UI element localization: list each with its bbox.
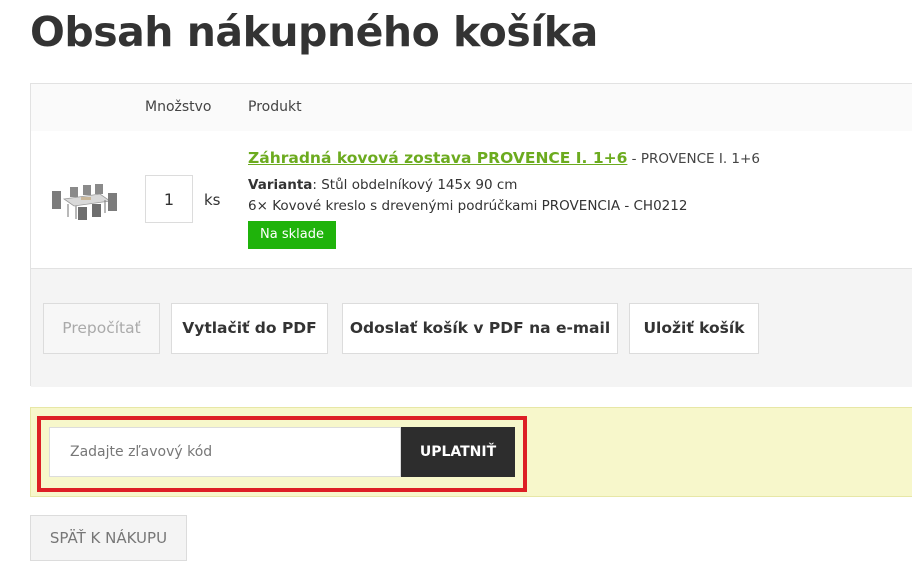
product-includes: 6× Kovové kreslo s drevenými podrúčkami … — [248, 198, 688, 214]
quantity-unit: ks — [204, 191, 221, 209]
back-to-shop-button[interactable]: SPÄŤ K NÁKUPU — [30, 515, 187, 561]
product-variant: Varianta: Stůl obdelníkový 145x 90 cm — [248, 175, 888, 196]
send-pdf-email-button[interactable]: Odoslať košík v PDF na e-mail — [342, 303, 618, 354]
product-title-line: Záhradná kovová zostava PROVENCE I. 1+6 … — [248, 148, 888, 169]
table-header: Množstvo Produkt — [31, 84, 912, 132]
variant-label: Varianta — [248, 177, 313, 193]
discount-code-input[interactable] — [49, 427, 401, 477]
product-code: - PROVENCE I. 1+6 — [627, 151, 760, 167]
save-cart-button[interactable]: Uložiť košík — [629, 303, 759, 354]
product-name-link[interactable]: Záhradná kovová zostava PROVENCE I. 1+6 — [248, 149, 627, 167]
variant-value: : Stůl obdelníkový 145x 90 cm — [312, 177, 518, 193]
page-title: Obsah nákupného košíka — [30, 8, 598, 56]
recalculate-button[interactable]: Prepočítať — [43, 303, 160, 354]
product-info: Záhradná kovová zostava PROVENCE I. 1+6 … — [248, 148, 888, 249]
apply-discount-button[interactable]: UPLATNIŤ — [401, 427, 515, 477]
cart-table: Množstvo Produkt ks Záhradná kovová zost… — [30, 83, 912, 387]
quantity-input[interactable] — [145, 175, 193, 223]
cart-item-row: ks Záhradná kovová zostava PROVENCE I. 1… — [31, 131, 912, 267]
product-thumbnail-image[interactable] — [48, 177, 120, 223]
cart-actions: Prepočítať Vytlačiť do PDF Odoslať košík… — [31, 268, 912, 387]
discount-code-section: UPLATNIŤ — [30, 407, 912, 497]
stock-status-badge: Na sklade — [248, 221, 336, 249]
print-pdf-button[interactable]: Vytlačiť do PDF — [171, 303, 328, 354]
product-column-header: Produkt — [248, 99, 302, 115]
quantity-column-header: Množstvo — [145, 99, 212, 115]
